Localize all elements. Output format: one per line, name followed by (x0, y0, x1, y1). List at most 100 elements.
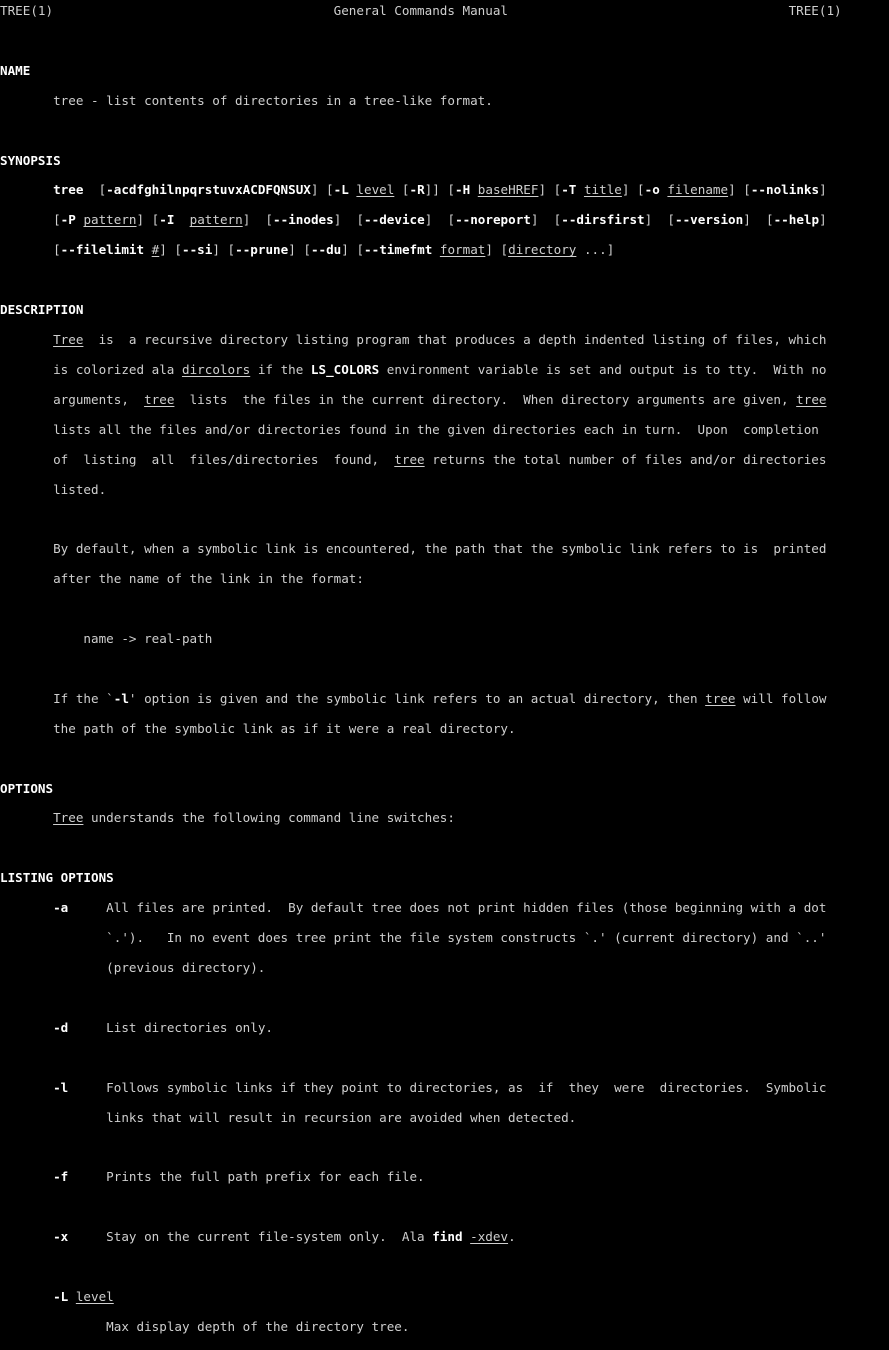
opt-noreport: --noreport (455, 212, 531, 228)
description-text: of listing all files/directories found, (53, 451, 395, 467)
opt-o: -o (644, 182, 660, 198)
opt-filelimit: --filelimit (60, 242, 145, 258)
opt-L: -L (333, 182, 349, 198)
env-ls-colors: LS_COLORS (310, 361, 380, 377)
description-text: after the name of the link in the format… (53, 571, 364, 587)
arg-directory: directory (508, 242, 577, 258)
synopsis-short-opts: -acdfghilnpqrstuvxACDFQNSUX (106, 182, 311, 198)
arg-ellipsis: ... (583, 242, 607, 258)
option-item-a-cont: `.'). In no event does tree print the fi… (0, 930, 889, 946)
opt-xdev: -xdev (470, 1229, 509, 1245)
option-flag-d: -d (53, 1019, 69, 1035)
ref-tree: tree (705, 690, 736, 706)
opt-inodes: --inodes (273, 212, 334, 228)
man-header-left: TREE(1) (0, 3, 54, 18)
opt-R: -R (409, 182, 425, 198)
ref-tree: tree (394, 451, 425, 467)
opt-help: --help (773, 212, 820, 228)
opt-H-arg: baseHREF (477, 182, 539, 198)
description-link-format-example: name -> real-path (0, 631, 889, 647)
opt-T-arg: title (583, 182, 622, 198)
synopsis-command: tree (53, 182, 84, 198)
option-item-x: -x Stay on the current file-system only.… (0, 1229, 889, 1245)
ref-tree: Tree (53, 331, 84, 347)
option-item-d: -d List directories only. (0, 1019, 889, 1036)
option-flag-a: -a (53, 900, 69, 916)
opt-L-arg: level (356, 182, 395, 198)
option-desc: links that will result in recursion are … (106, 1109, 577, 1125)
description-p1-line5: of listing all files/directories found, … (0, 451, 889, 468)
man-header: TREE(1) General Commands Manual TREE(1) (0, 3, 889, 19)
option-flag-x: -x (53, 1229, 69, 1245)
opt-si: --si (182, 242, 213, 258)
description-text: If the ` (53, 690, 114, 706)
description-p1-line6: listed. (0, 481, 889, 498)
section-heading-description: DESCRIPTION (0, 302, 84, 318)
section-heading-synopsis: SYNOPSIS (0, 152, 61, 168)
opt-timefmt-arg: format (439, 242, 486, 258)
name-body-text: tree - list contents of directories in a… (53, 92, 493, 108)
option-desc: All files are printed. By default tree d… (106, 900, 827, 916)
option-flag-L: -L (53, 1288, 69, 1304)
opt-I-arg: pattern (189, 212, 243, 228)
description-text: is colorized ala (53, 361, 182, 377)
synopsis-line-2: [-P pattern] [-I pattern] [--inodes] [--… (0, 212, 827, 228)
option-flag-l: -l (53, 1079, 69, 1095)
man-page-content: TREE(1) General Commands Manual TREE(1) … (0, 3, 889, 1350)
man-header-right: TREE(1) (788, 3, 842, 18)
description-text: is a recursive directory listing program… (83, 331, 827, 347)
section-heading-listing-options: LISTING OPTIONS (0, 870, 114, 886)
synopsis-line-3: [--filelimit #] [--si] [--prune] [--du] … (0, 242, 615, 258)
option-arg-level: level (75, 1288, 114, 1304)
section-heading-options: OPTIONS (0, 780, 54, 796)
description-p1-line1: Tree is a recursive directory listing pr… (0, 331, 889, 348)
ref-tree: tree (796, 391, 827, 407)
options-intro-text: understands the following command line s… (83, 810, 455, 826)
link-format-text: name -> real-path (83, 631, 213, 647)
description-text: the path of the symbolic link as if it w… (53, 720, 516, 736)
option-item-a-cont: (previous directory). (0, 960, 889, 976)
ref-dircolors: dircolors (181, 361, 251, 377)
opt-du: --du (310, 242, 342, 258)
option-item-a: -a All files are printed. By default tre… (0, 900, 889, 916)
description-text: By default, when a symbolic link is enco… (53, 541, 827, 557)
terminal-screen: TREE(1) General Commands Manual TREE(1) … (0, 0, 889, 1334)
description-p1-line2: is colorized ala dircolors if the LS_COL… (0, 361, 889, 378)
description-text: will follow (735, 690, 827, 706)
description-p2-line1: By default, when a symbolic link is enco… (0, 541, 889, 557)
description-text: if the (250, 361, 311, 377)
option-item-f: -f Prints the full path prefix for each … (0, 1169, 889, 1185)
description-p1-line4: lists all the files and/or directories f… (0, 421, 889, 438)
description-text: ' option is given and the symbolic link … (128, 690, 706, 706)
opt-P-arg: pattern (83, 212, 137, 228)
description-text: listed. (53, 481, 107, 497)
ref-tree: tree (144, 391, 175, 407)
description-p4-line1: If the `-l' option is given and the symb… (0, 690, 889, 707)
opt-timefmt: --timefmt (364, 242, 433, 258)
option-item-l: -l Follows symbolic links if they point … (0, 1079, 889, 1096)
description-text: returns the total number of files and/or… (424, 451, 827, 467)
opt-dirsfirst: --dirsfirst (561, 212, 645, 228)
opt-filelimit-arg: # (151, 242, 160, 258)
opt-o-arg: filename (667, 182, 729, 198)
description-text: arguments, (53, 391, 145, 407)
option-desc: (previous directory). (106, 960, 266, 975)
option-item-l-cont: links that will result in recursion are … (0, 1109, 889, 1126)
opt-prune: --prune (235, 242, 289, 258)
description-p1-line3: arguments, tree lists the files in the c… (0, 391, 889, 408)
opt-device: --device (364, 212, 425, 228)
option-desc: Follows symbolic links if they point to … (106, 1079, 827, 1095)
description-text: lists all the files and/or directories f… (53, 421, 819, 437)
description-text: lists the files in the current directory… (174, 391, 797, 407)
options-intro: Tree understands the following command l… (0, 810, 889, 826)
